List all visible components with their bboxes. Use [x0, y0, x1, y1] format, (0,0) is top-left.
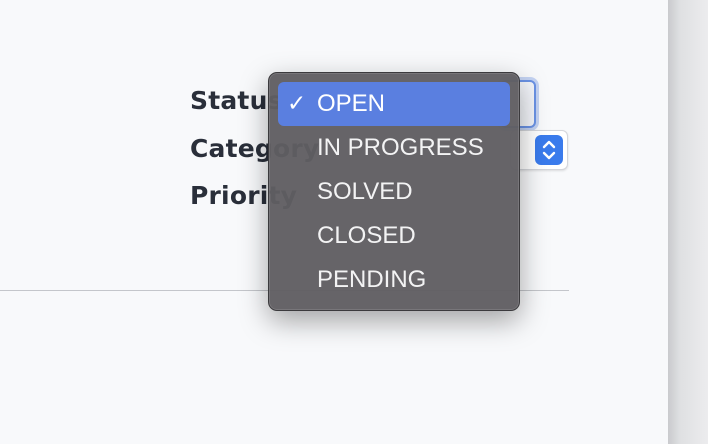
menu-item-label: PENDING [317, 266, 427, 293]
checkmark-icon: ✓ [287, 91, 307, 117]
menu-item-open[interactable]: ✓ OPEN [278, 82, 510, 126]
menu-item-pending[interactable]: PENDING [278, 258, 510, 302]
menu-item-in-progress[interactable]: IN PROGRESS [278, 126, 510, 170]
menu-item-label: CLOSED [317, 222, 416, 249]
menu-item-closed[interactable]: CLOSED [278, 214, 510, 258]
menu-item-label: SOLVED [317, 178, 413, 205]
panel-edge-shadow [668, 0, 708, 444]
menu-item-label: IN PROGRESS [317, 134, 484, 161]
status-dropdown-menu: ✓ OPEN IN PROGRESS SOLVED CLOSED PENDING [268, 72, 520, 311]
up-down-chevron-icon[interactable] [535, 135, 563, 165]
menu-item-solved[interactable]: SOLVED [278, 170, 510, 214]
menu-item-label: OPEN [317, 90, 386, 117]
